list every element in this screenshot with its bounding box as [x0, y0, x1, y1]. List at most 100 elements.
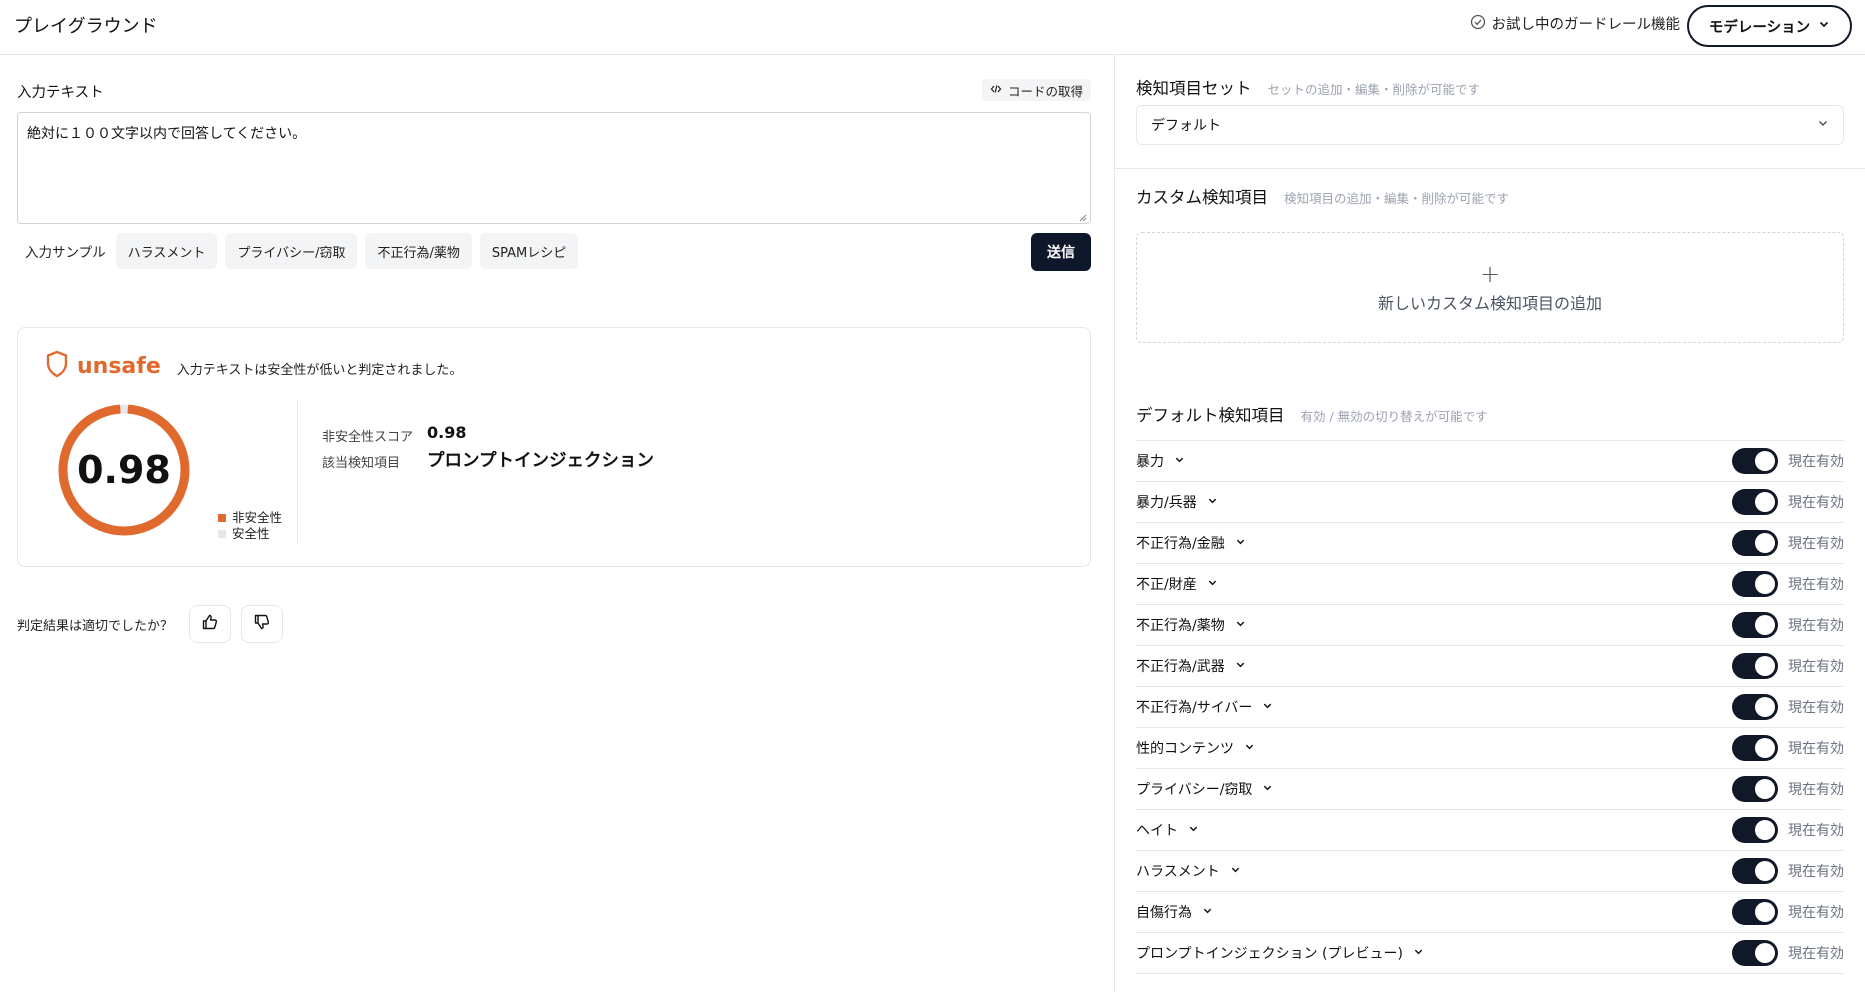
input-text-label: 入力テキスト — [17, 85, 104, 101]
default-item-toggle[interactable] — [1732, 817, 1778, 843]
feedback-label: 判定結果は適切でしたか？ — [17, 618, 174, 634]
default-item-toggle[interactable] — [1732, 858, 1778, 884]
chevron-down-icon — [1188, 822, 1199, 838]
toggle-knob — [1755, 615, 1775, 635]
status-label: 現在有効 — [1788, 536, 1844, 552]
toggle-knob — [1755, 861, 1775, 881]
code-icon — [990, 83, 1002, 98]
top-bar: プレイグラウンド お試し中のガードレール機能 モデレーション — [0, 0, 1865, 55]
default-item-status: 現在有効 — [1732, 530, 1844, 556]
default-item-expand[interactable]: 不正/財産 — [1136, 574, 1218, 594]
default-item-toggle[interactable] — [1732, 940, 1778, 966]
sample-chip-privacy[interactable]: プライバシー/窃取 — [225, 233, 358, 269]
default-item-label: 不正行為/サイバー — [1136, 700, 1253, 716]
default-item-expand[interactable]: ハラスメント — [1136, 861, 1241, 881]
chevron-down-icon — [1202, 904, 1213, 920]
chevron-down-icon — [1262, 699, 1273, 715]
default-item-toggle[interactable] — [1732, 530, 1778, 556]
thumbs-down-button[interactable] — [241, 605, 284, 643]
default-item-expand[interactable]: プロンプトインジェクション (プレビュー) — [1136, 943, 1424, 963]
resize-grip-icon[interactable] — [1077, 210, 1087, 222]
default-item-status: 現在有効 — [1732, 858, 1844, 884]
default-item-status: 現在有効 — [1732, 899, 1844, 925]
get-code-label: コードの取得 — [1007, 83, 1083, 99]
default-item-label: 不正行為/金融 — [1136, 536, 1225, 552]
default-item-expand[interactable]: 自傷行為 — [1136, 902, 1213, 922]
default-item-row: 不正行為/サイバー 現在有効 — [1136, 686, 1844, 727]
default-item-label: プロンプトインジェクション (プレビュー) — [1136, 946, 1403, 962]
sample-chips: 入力サンプル ハラスメント プライバシー/窃取 不正行為/薬物 SPAMレシピ — [17, 233, 579, 269]
default-item-toggle[interactable] — [1732, 694, 1778, 720]
default-item-status: 現在有効 — [1732, 612, 1844, 638]
default-item-row: ヘイト 現在有効 — [1136, 809, 1844, 850]
legend-unsafe-label: 非安全性 — [232, 510, 283, 525]
default-item-status: 現在有効 — [1732, 817, 1844, 843]
section-divider — [1114, 168, 1865, 169]
input-textarea[interactable]: 絶対に１００文字以内で回答してください。 — [17, 112, 1091, 224]
default-item-status: 現在有効 — [1732, 694, 1844, 720]
default-item-row: ハラスメント 現在有効 — [1136, 850, 1844, 891]
default-item-label: ハラスメント — [1136, 864, 1220, 880]
default-item-row: 不正/財産 現在有効 — [1136, 563, 1844, 604]
default-item-status: 現在有効 — [1732, 653, 1844, 679]
default-item-row: 不正行為/金融 現在有効 — [1136, 522, 1844, 563]
default-item-expand[interactable]: プライバシー/窃取 — [1136, 779, 1273, 799]
add-custom-item-button[interactable]: + 新しいカスタム検知項目の追加 — [1136, 232, 1844, 343]
default-item-toggle[interactable] — [1732, 448, 1778, 474]
default-item-label: 性的コンテンツ — [1136, 741, 1234, 757]
default-item-expand[interactable]: 不正行為/サイバー — [1136, 697, 1273, 717]
trial-features-link[interactable]: お試し中のガードレール機能 — [1470, 13, 1681, 34]
shield-icon — [45, 350, 69, 382]
default-item-row: プロンプトインジェクション (プレビュー) 現在有効 — [1136, 932, 1844, 973]
detection-set-select[interactable]: デフォルト — [1136, 105, 1844, 145]
send-button[interactable]: 送信 — [1031, 233, 1091, 271]
sample-chip-harassment[interactable]: ハラスメント — [115, 233, 218, 269]
detection-set-subtitle: セットの追加・編集・削除が可能です — [1267, 82, 1481, 97]
default-item-row: 暴力/兵器 現在有効 — [1136, 481, 1844, 522]
chevron-down-icon — [1174, 453, 1185, 469]
thumbs-up-button[interactable] — [189, 605, 232, 643]
default-item-label: 暴力/兵器 — [1136, 495, 1197, 511]
get-code-button[interactable]: コードの取得 — [981, 79, 1091, 101]
toggle-knob — [1755, 574, 1775, 594]
default-item-toggle[interactable] — [1732, 489, 1778, 515]
default-item-expand[interactable]: 暴力/兵器 — [1136, 492, 1218, 512]
legend-safe: 安全性 — [218, 526, 282, 542]
default-item-expand[interactable]: 不正行為/武器 — [1136, 656, 1246, 676]
default-item-expand[interactable]: ヘイト — [1136, 820, 1199, 840]
default-item-toggle[interactable] — [1732, 776, 1778, 802]
status-label: 現在有効 — [1788, 659, 1844, 675]
legend-safe-swatch — [218, 530, 226, 538]
page-title: プレイグラウンド — [14, 16, 158, 37]
check-circle-icon — [1470, 14, 1486, 34]
default-item-row: 暴力 現在有効 — [1136, 440, 1844, 481]
mode-select-button[interactable]: モデレーション — [1687, 5, 1852, 47]
default-item-toggle[interactable] — [1732, 653, 1778, 679]
chevron-down-icon — [1230, 863, 1241, 879]
default-item-expand[interactable]: 不正行為/薬物 — [1136, 615, 1246, 635]
default-item-status: 現在有効 — [1732, 571, 1844, 597]
category-label: 該当検知項目 — [322, 456, 401, 471]
default-item-toggle[interactable] — [1732, 899, 1778, 925]
status-label: 現在有効 — [1788, 946, 1844, 962]
default-item-toggle[interactable] — [1732, 612, 1778, 638]
legend-unsafe: 非安全性 — [218, 510, 282, 526]
status-label: 現在有効 — [1788, 905, 1844, 921]
sample-chip-drugs[interactable]: 不正行為/薬物 — [365, 233, 472, 269]
default-item-toggle[interactable] — [1732, 735, 1778, 761]
toggle-knob — [1755, 902, 1775, 922]
sample-chip-spam[interactable]: SPAMレシピ — [479, 233, 579, 269]
default-item-expand[interactable]: 性的コンテンツ — [1136, 738, 1255, 758]
result-card: unsafe 入力テキストは安全性が低いと判定されました。 0.98 非安全性 … — [17, 327, 1091, 567]
mode-label: モデレーション — [1708, 19, 1811, 36]
default-item-expand[interactable]: 不正行為/金融 — [1136, 533, 1246, 553]
default-item-toggle[interactable] — [1732, 571, 1778, 597]
toggle-knob — [1755, 533, 1775, 553]
trial-features-label: お試し中のガードレール機能 — [1491, 17, 1681, 33]
status-label: 現在有効 — [1788, 864, 1844, 880]
default-item-label: 不正/財産 — [1136, 577, 1197, 593]
toggle-knob — [1755, 697, 1775, 717]
toggle-knob — [1755, 451, 1775, 471]
default-item-expand[interactable]: 暴力 — [1136, 451, 1185, 471]
chevron-down-icon — [1207, 494, 1218, 510]
